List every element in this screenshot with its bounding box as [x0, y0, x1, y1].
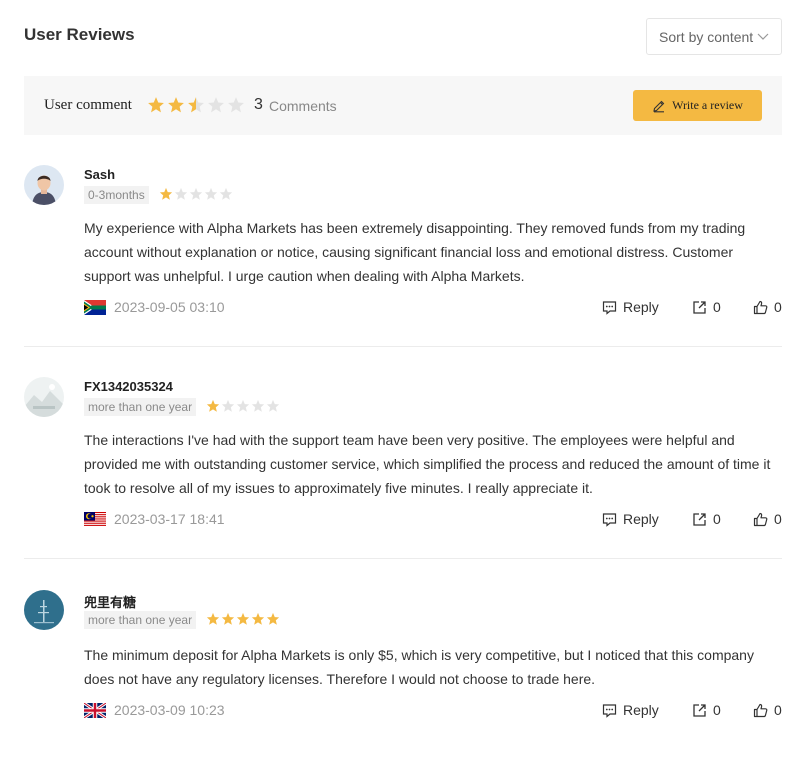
- malaysia-flag-icon: [84, 512, 106, 527]
- review-rating-stars: [206, 399, 280, 413]
- review-rating-stars: [159, 187, 233, 201]
- reply-label: Reply: [623, 702, 659, 718]
- like-count: 0: [774, 299, 782, 315]
- star-empty-icon: [228, 97, 244, 113]
- write-review-label: Write a review: [672, 98, 743, 112]
- star-empty-icon: [236, 399, 250, 412]
- review-rating-stars: [206, 612, 280, 626]
- share-count: 0: [713, 511, 721, 527]
- rating-summary: User comment 3 Comments Write a review: [24, 76, 782, 135]
- share-count: 0: [713, 702, 721, 718]
- summary-label: User comment: [44, 97, 132, 113]
- review-date: 2023-09-05 03:10: [114, 299, 225, 315]
- south-africa-flag-icon: [84, 300, 106, 315]
- star-empty-icon: [219, 187, 233, 200]
- reply-label: Reply: [623, 299, 659, 315]
- review-meta: 2023-09-05 03:10 Reply 0 0: [84, 299, 782, 317]
- share-button[interactable]: 0: [692, 299, 721, 315]
- review-text: My experience with Alpha Markets has bee…: [84, 220, 746, 284]
- page-title: User Reviews: [24, 25, 135, 44]
- like-count: 0: [774, 702, 782, 718]
- comment-icon: [602, 512, 617, 527]
- pencil-icon: [653, 100, 665, 112]
- share-button[interactable]: 0: [692, 511, 721, 527]
- share-icon: [693, 512, 706, 526]
- like-button[interactable]: 0: [753, 511, 782, 527]
- reply-button[interactable]: Reply: [602, 702, 659, 718]
- reviewer-name: Sash: [84, 167, 116, 182]
- star-empty-icon: [204, 187, 218, 200]
- review-meta: 2023-03-17 18:41 Reply 0 0: [84, 511, 782, 529]
- tenure-badge: 0-3months: [84, 186, 149, 204]
- star-empty-icon: [208, 97, 224, 113]
- write-review-button[interactable]: Write a review: [633, 90, 762, 121]
- avatar: [24, 165, 64, 205]
- avatar: [24, 590, 64, 630]
- like-count: 0: [774, 511, 782, 527]
- review-item: 兜里有糖 more than one year The minimum depo…: [24, 590, 782, 730]
- tenure-badge: more than one year: [84, 398, 197, 416]
- share-button[interactable]: 0: [692, 702, 721, 718]
- review-item: Sash 0-3months My experience with Alpha …: [24, 165, 782, 347]
- star-filled-icon: [206, 612, 220, 625]
- share-icon: [693, 300, 706, 314]
- star-filled-icon: [221, 612, 235, 625]
- star-filled-icon: [266, 612, 280, 625]
- like-button[interactable]: 0: [753, 702, 782, 718]
- star-half-icon: [188, 97, 204, 113]
- star-filled-icon: [168, 97, 184, 113]
- reply-button[interactable]: Reply: [602, 511, 659, 527]
- review-item: FX1342035324 more than one year The inte…: [24, 377, 782, 559]
- united-kingdom-flag-icon: [84, 703, 106, 718]
- star-empty-icon: [266, 399, 280, 412]
- reply-label: Reply: [623, 511, 659, 527]
- share-count: 0: [713, 299, 721, 315]
- review-text: The minimum deposit for Alpha Markets is…: [84, 647, 754, 687]
- star-empty-icon: [251, 399, 265, 412]
- thumbs-up-icon: [753, 512, 768, 526]
- sort-dropdown[interactable]: Sort by content: [646, 18, 782, 55]
- review-text: The interactions I've had with the suppo…: [84, 432, 771, 496]
- reviewer-name: 兜里有糖: [84, 595, 137, 610]
- review-date: 2023-03-17 18:41: [114, 511, 225, 527]
- star-empty-icon: [221, 399, 235, 412]
- star-filled-icon: [206, 399, 220, 412]
- review-meta: 2023-03-09 10:23 Reply 0 0: [84, 702, 782, 720]
- comment-count: 3: [254, 96, 263, 113]
- star-empty-icon: [174, 187, 188, 200]
- share-icon: [693, 703, 706, 717]
- comment-icon: [602, 703, 617, 718]
- summary-rating-stars: [147, 96, 245, 114]
- like-button[interactable]: 0: [753, 299, 782, 315]
- comment-icon: [602, 300, 617, 315]
- reviewer-name: FX1342035324: [84, 379, 173, 394]
- thumbs-up-icon: [753, 703, 768, 717]
- star-filled-icon: [148, 97, 164, 113]
- star-filled-icon: [236, 612, 250, 625]
- review-date: 2023-03-09 10:23: [114, 702, 225, 718]
- tenure-badge: more than one year: [84, 611, 197, 629]
- thumbs-up-icon: [753, 300, 768, 314]
- avatar: [24, 377, 64, 417]
- reviews-header: User Reviews Sort by content: [24, 18, 782, 55]
- star-filled-icon: [159, 187, 173, 200]
- reply-button[interactable]: Reply: [602, 299, 659, 315]
- star-filled-icon: [251, 612, 265, 625]
- chevron-down-icon: [757, 33, 769, 40]
- comment-count-label: Comments: [269, 98, 337, 114]
- star-empty-icon: [189, 187, 203, 200]
- sort-label: Sort by content: [659, 28, 754, 45]
